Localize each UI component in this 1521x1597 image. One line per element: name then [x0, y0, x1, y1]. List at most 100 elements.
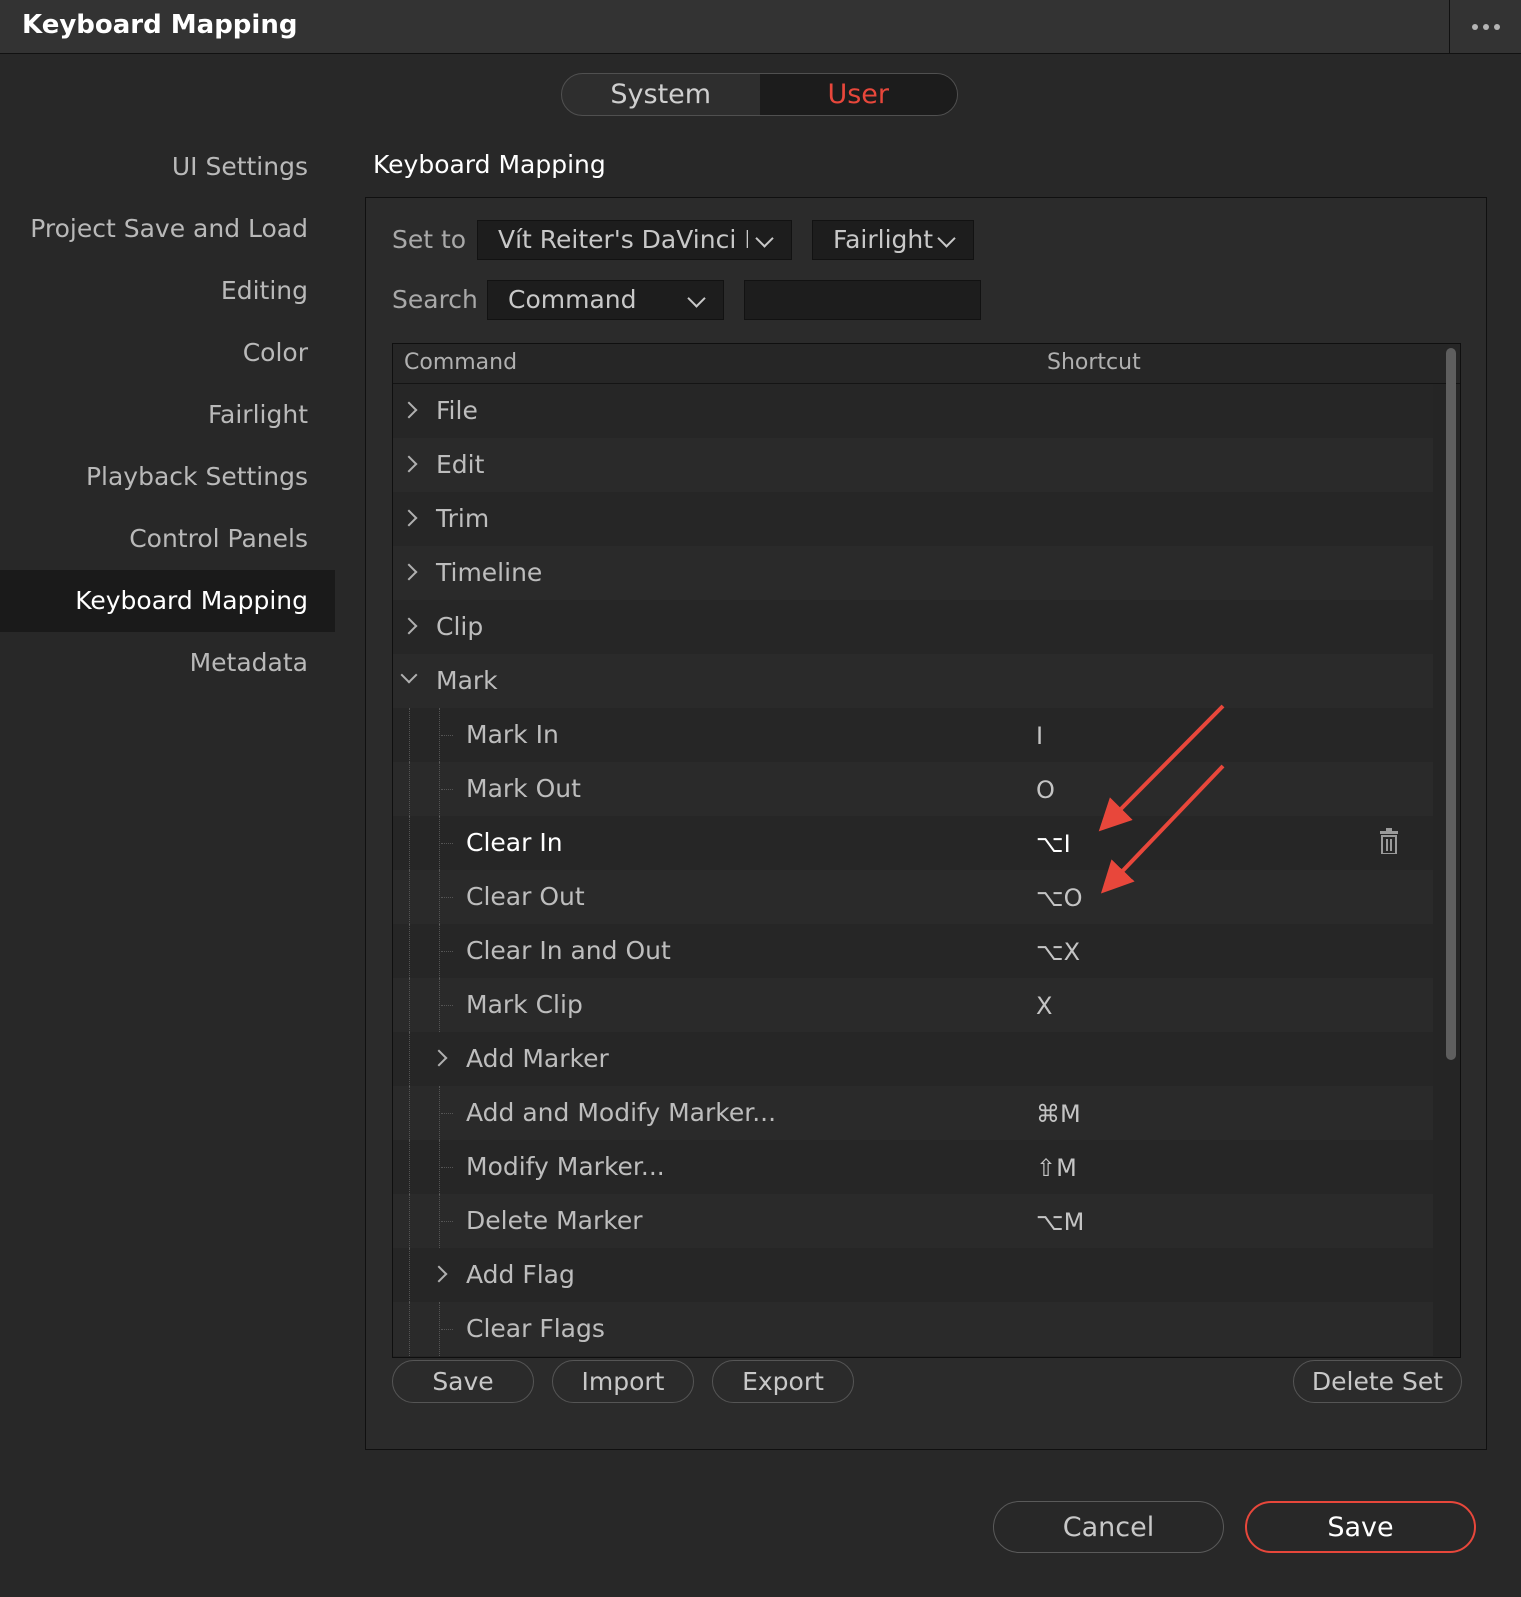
tree-connector	[441, 843, 453, 844]
table-row[interactable]: Add and Modify Marker... ⌘M	[393, 1086, 1433, 1140]
table-row[interactable]: Timeline	[393, 546, 1433, 600]
shortcut-value[interactable]: X	[1036, 992, 1052, 1020]
chevron-down-icon[interactable]	[400, 666, 418, 684]
table-header: Command Shortcut	[393, 344, 1460, 384]
command-label: Clear In	[466, 828, 563, 857]
command-label: Mark Clip	[466, 990, 583, 1019]
chevron-right-icon[interactable]	[400, 401, 418, 419]
tab-user[interactable]: User	[759, 74, 957, 115]
tree-guide	[409, 1086, 410, 1140]
table-row[interactable]: Clear Out ⌥O	[393, 870, 1433, 924]
table-body: File Edit Trim Timeline Clip Mark Mark In I Mark…	[393, 384, 1460, 1356]
command-label: Add Marker	[466, 1044, 609, 1073]
tree-connector	[441, 735, 453, 736]
table-row[interactable]: Mark In I	[393, 708, 1433, 762]
tab-system[interactable]: System	[562, 74, 760, 115]
chevron-right-icon[interactable]	[430, 1265, 448, 1283]
chevron-right-icon[interactable]	[400, 455, 418, 473]
chevron-right-icon[interactable]	[400, 509, 418, 527]
preset-dropdown[interactable]: Vít Reiter's DaVinci Res	[477, 220, 792, 260]
sidebar-item-keyboard-mapping[interactable]: Keyboard Mapping	[0, 570, 335, 632]
layout-dropdown[interactable]: Fairlight	[812, 220, 974, 260]
tree-connector	[441, 951, 453, 952]
delete-set-button[interactable]: Delete Set	[1293, 1360, 1462, 1403]
sidebar-item-playback-settings[interactable]: Playback Settings	[0, 446, 335, 508]
tree-guide	[439, 762, 440, 816]
export-button[interactable]: Export	[712, 1360, 854, 1403]
shortcut-value[interactable]: ⇧M	[1036, 1154, 1077, 1182]
table-row[interactable]: Modify Marker... ⇧M	[393, 1140, 1433, 1194]
tree-guide	[439, 1086, 440, 1140]
save-button[interactable]: Save	[1245, 1501, 1476, 1553]
preset-value: Vít Reiter's DaVinci Res	[498, 225, 748, 254]
scrollbar[interactable]	[1446, 348, 1456, 1060]
command-label: Trim	[436, 504, 490, 533]
table-row[interactable]: File	[393, 384, 1433, 438]
table-row[interactable]: Trim	[393, 492, 1433, 546]
tree-guide	[409, 870, 410, 924]
shortcut-value[interactable]: O	[1036, 776, 1055, 804]
shortcut-value[interactable]: I	[1036, 722, 1043, 750]
window-title: Keyboard Mapping	[22, 10, 298, 40]
title-bar: Keyboard Mapping	[0, 0, 1521, 54]
chevron-right-icon[interactable]	[400, 563, 418, 581]
sidebar-item-control-panels[interactable]: Control Panels	[0, 508, 335, 570]
shortcut-value[interactable]: ⌥X	[1036, 938, 1080, 966]
chevron-right-icon[interactable]	[430, 1049, 448, 1067]
sidebar-item-fairlight[interactable]: Fairlight	[0, 384, 335, 446]
tree-guide	[439, 924, 440, 978]
table-row[interactable]: Clear Flags	[393, 1302, 1433, 1356]
table-row[interactable]: Edit	[393, 438, 1433, 492]
cancel-button[interactable]: Cancel	[993, 1501, 1224, 1553]
table-row[interactable]: Add Flag	[393, 1248, 1433, 1302]
tree-connector	[441, 1221, 453, 1222]
table-row[interactable]: Mark Out O	[393, 762, 1433, 816]
table-row[interactable]: Delete Marker ⌥M	[393, 1194, 1433, 1248]
command-label: Add Flag	[466, 1260, 575, 1289]
table-row[interactable]: Clear In and Out ⌥X	[393, 924, 1433, 978]
shortcut-value[interactable]: ⌘M	[1036, 1100, 1081, 1128]
command-label: Clear Out	[466, 882, 585, 911]
command-label: Mark In	[466, 720, 559, 749]
keyboard-mapping-panel: Set to Vít Reiter's DaVinci Res Fairligh…	[365, 197, 1487, 1450]
tree-connector	[441, 1167, 453, 1168]
command-label: Clear Flags	[466, 1314, 605, 1343]
table-row[interactable]: Mark Clip X	[393, 978, 1433, 1032]
tree-guide	[409, 1032, 410, 1086]
table-row[interactable]: Clear In ⌥I	[393, 816, 1433, 870]
table-row[interactable]: Clip	[393, 600, 1433, 654]
sidebar-item-metadata[interactable]: Metadata	[0, 632, 335, 694]
command-label: File	[436, 396, 478, 425]
tree-guide	[409, 1248, 410, 1302]
sidebar-item-editing[interactable]: Editing	[0, 260, 335, 322]
tree-guide	[439, 978, 440, 1032]
tree-guide	[439, 1140, 440, 1194]
trash-icon[interactable]	[1380, 828, 1398, 854]
search-field-dropdown[interactable]: Command	[487, 280, 724, 320]
chevron-right-icon[interactable]	[400, 617, 418, 635]
tree-guide	[439, 1194, 440, 1248]
save-set-button[interactable]: Save	[392, 1360, 534, 1403]
tree-connector	[441, 1005, 453, 1006]
sidebar-item-ui-settings[interactable]: UI Settings	[0, 136, 335, 198]
import-button[interactable]: Import	[552, 1360, 694, 1403]
shortcut-value[interactable]: ⌥O	[1036, 884, 1083, 912]
column-command[interactable]: Command	[404, 350, 517, 375]
table-row[interactable]: Mark	[393, 654, 1433, 708]
command-label: Mark Out	[466, 774, 581, 803]
more-options-button[interactable]	[1449, 0, 1521, 54]
set-to-label: Set to	[392, 225, 467, 254]
sidebar-item-project-save-and-load[interactable]: Project Save and Load	[0, 198, 335, 260]
shortcut-value[interactable]: ⌥M	[1036, 1208, 1084, 1236]
more-dot	[1482, 24, 1489, 30]
shortcut-value[interactable]: ⌥I	[1036, 830, 1071, 858]
column-shortcut[interactable]: Shortcut	[1047, 350, 1141, 375]
search-input[interactable]	[744, 280, 981, 320]
tree-guide	[439, 1302, 440, 1356]
table-row[interactable]: Add Marker	[393, 1032, 1433, 1086]
tree-connector	[441, 897, 453, 898]
command-label: Clip	[436, 612, 484, 641]
sidebar-item-color[interactable]: Color	[0, 322, 335, 384]
layout-value: Fairlight	[833, 225, 934, 254]
shortcut-table: Command Shortcut File Edit Trim Timeline Cli…	[392, 343, 1461, 1358]
